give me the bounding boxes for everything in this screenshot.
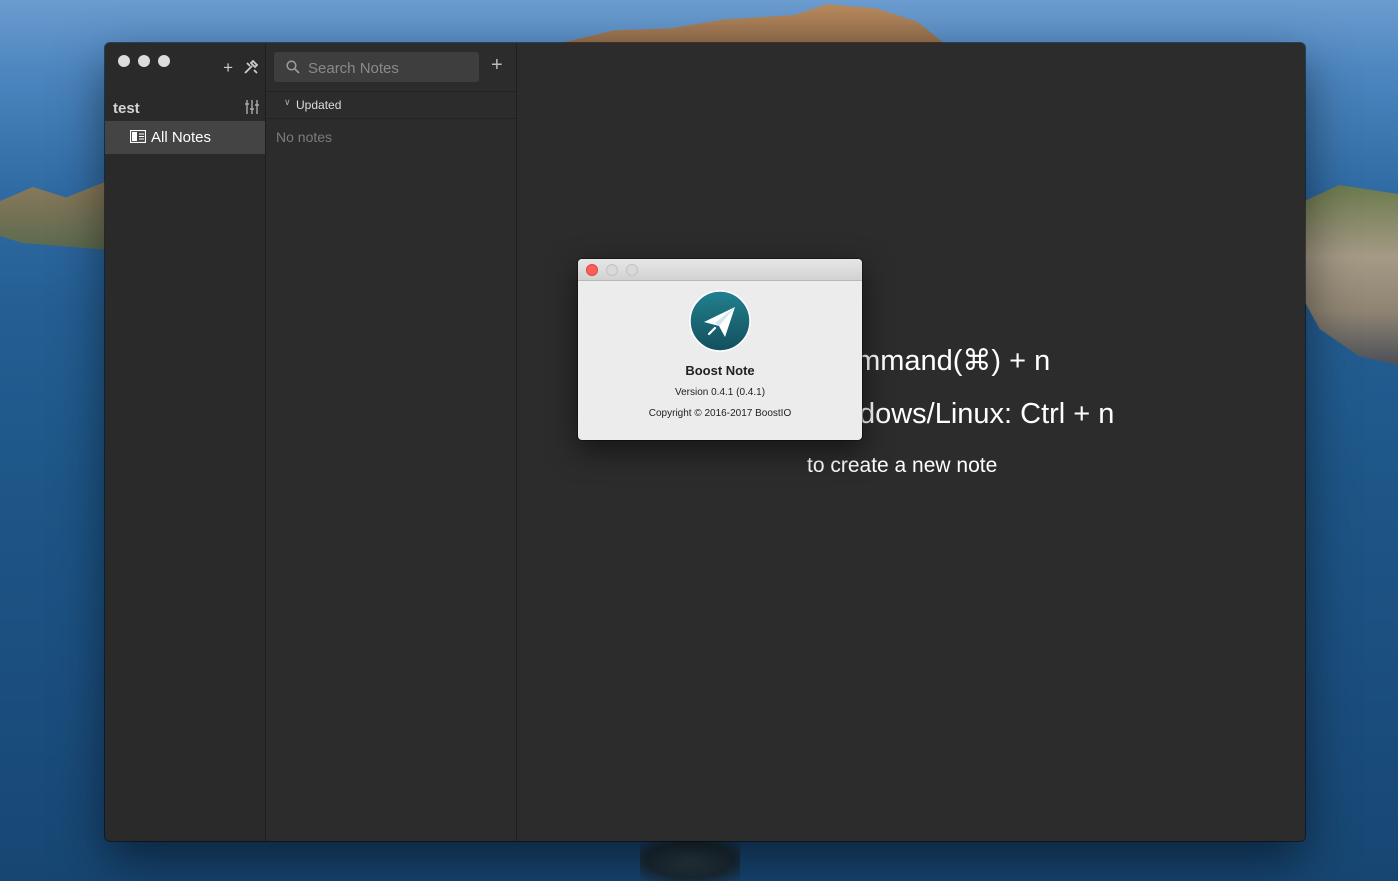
add-storage-icon[interactable]: + [223, 59, 233, 79]
close-window-button[interactable] [118, 55, 130, 67]
sort-selector[interactable]: ∨ Updated [266, 91, 516, 119]
notes-icon [130, 130, 146, 143]
minimize-window-button[interactable] [138, 55, 150, 67]
sidebar-item-label: All Notes [151, 129, 212, 146]
wallpaper-island-left [0, 180, 110, 250]
empty-notes-message: No notes [276, 129, 333, 145]
note-list: + ∨ Updated No notes [266, 43, 517, 841]
sidebar-item-all-notes[interactable]: All Notes [105, 121, 265, 154]
storage-name: test [113, 100, 140, 117]
search-input[interactable] [306, 52, 475, 84]
about-maximize-button [626, 264, 638, 276]
about-dialog: Boost Note Version 0.4.1 (0.4.1) Copyrig… [578, 259, 862, 440]
new-note-button[interactable]: + [491, 55, 503, 75]
preferences-icon[interactable] [243, 59, 259, 79]
wallpaper-cliff-right [1300, 185, 1398, 365]
about-copyright: Copyright © 2016-2017 BoostIO [648, 408, 792, 419]
about-version: Version 0.4.1 (0.4.1) [674, 387, 766, 398]
about-close-button[interactable] [586, 264, 598, 276]
about-app-name: Boost Note [685, 363, 755, 378]
search-icon [286, 60, 300, 74]
sort-label: Updated [296, 98, 342, 112]
storage-row[interactable]: test [105, 98, 265, 120]
note-detail-pane: Command(⌘) + n Windows/Linux: Ctrl + n t… [517, 43, 1305, 841]
chevron-down-icon: ∨ [284, 97, 291, 107]
search-box[interactable] [274, 52, 479, 84]
boost-note-logo-icon [689, 290, 751, 352]
about-titlebar [578, 259, 862, 281]
window-controls [118, 55, 170, 67]
about-minimize-button [606, 264, 618, 276]
sidebar: + test All Notes [105, 43, 266, 841]
about-window-controls [586, 264, 638, 276]
storage-config-icon[interactable] [245, 99, 259, 115]
hint-create-note: to create a new note [807, 454, 998, 477]
app-window: + test All Notes Search Notes + ∨ Update… [105, 43, 1305, 841]
wallpaper-mountain [540, 4, 950, 48]
wallpaper-rock-bottom [640, 840, 740, 881]
sidebar-toolbar: + [223, 59, 259, 79]
maximize-window-button[interactable] [158, 55, 170, 67]
